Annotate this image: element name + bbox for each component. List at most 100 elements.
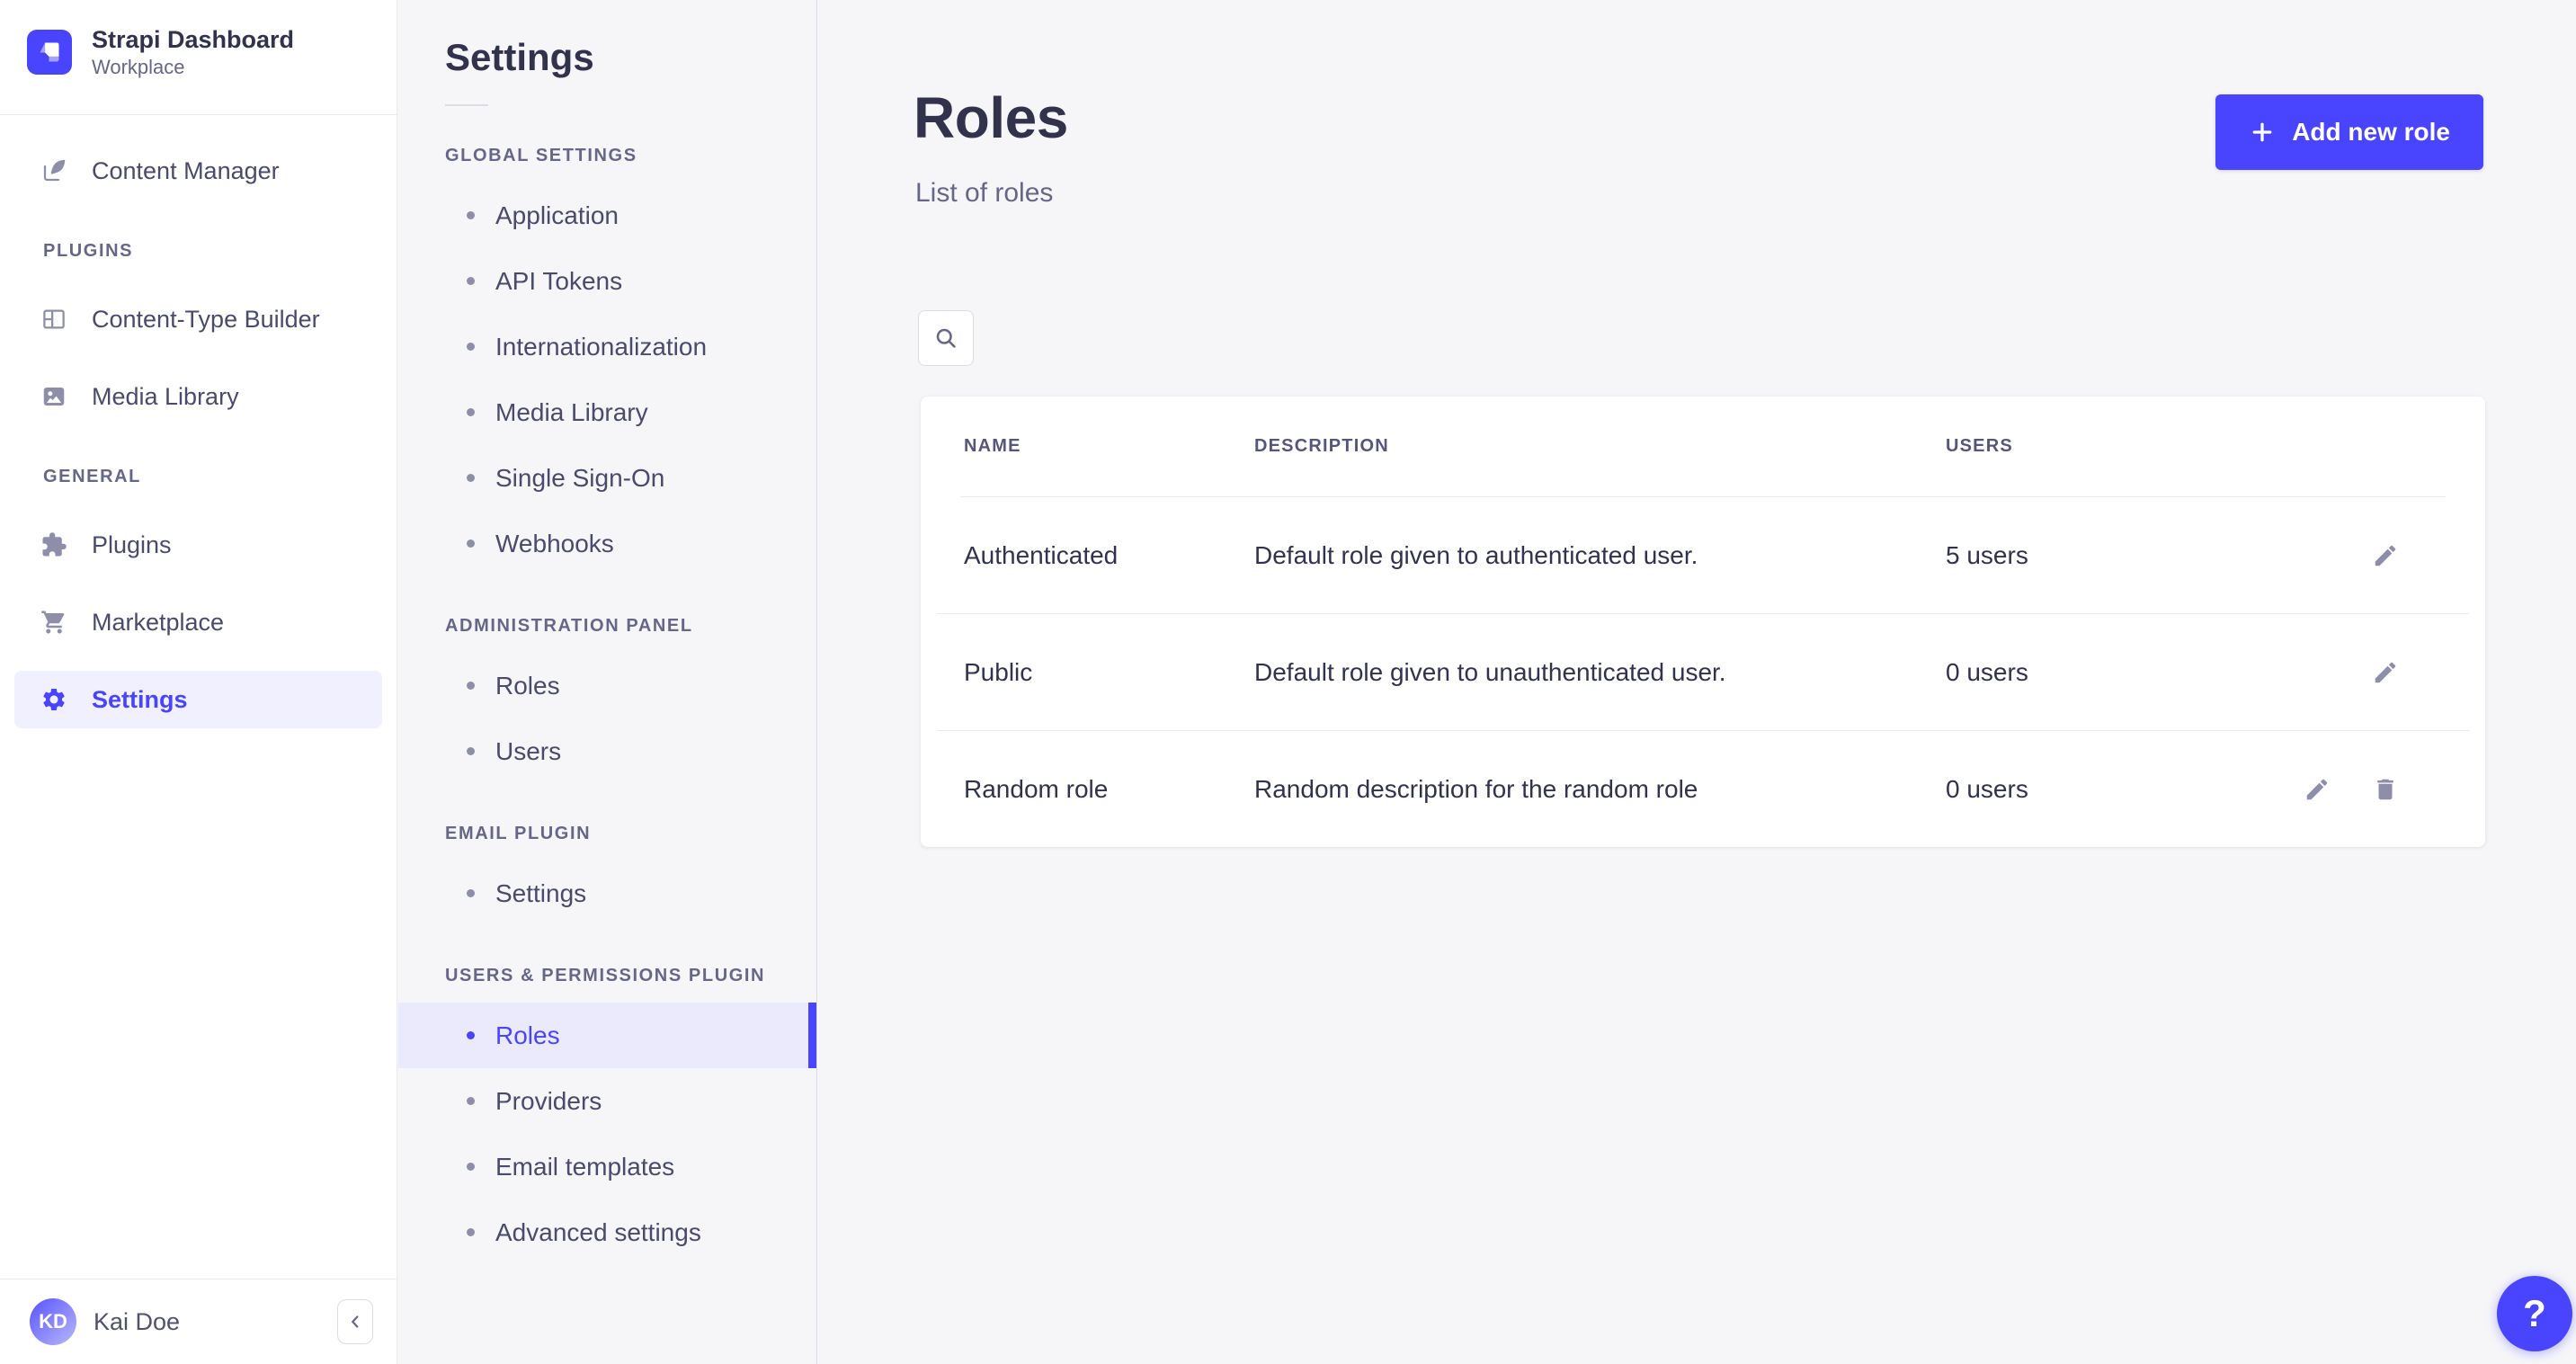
subnav-item-label: Webhooks: [495, 530, 614, 558]
nav-section-general: GENERAL: [14, 467, 382, 487]
plugins-icon: [40, 531, 67, 558]
bullet-icon: [467, 1031, 475, 1039]
add-new-role-button[interactable]: Add new role: [2215, 94, 2483, 170]
table-row-authenticated[interactable]: Authenticated Default role given to auth…: [921, 497, 2485, 613]
bullet-icon: [467, 211, 475, 219]
bullet-icon: [467, 682, 475, 690]
sidebar-item-label: Media Library: [92, 383, 239, 411]
bullet-icon: [467, 889, 475, 897]
table-row-public[interactable]: Public Default role given to unauthentic…: [921, 614, 2485, 730]
settings-subnav: Settings GLOBAL SETTINGS Application API…: [398, 0, 817, 1364]
subnav-item-application[interactable]: Application: [398, 183, 816, 248]
edit-role-button[interactable]: [2370, 540, 2401, 571]
role-description-cell: Default role given to authenticated user…: [1254, 541, 1946, 570]
subnav-item-label: Single Sign-On: [495, 464, 664, 493]
sidebar-item-label: Content-Type Builder: [92, 306, 320, 334]
main-sidebar: Strapi Dashboard Workplace Content Manag…: [0, 0, 397, 1364]
role-name-cell: Authenticated: [964, 541, 1254, 570]
user-name: Kai Doe: [94, 1308, 180, 1336]
workspace-switcher[interactable]: Strapi Dashboard Workplace: [27, 25, 294, 79]
user-avatar: KD: [30, 1298, 76, 1345]
subnav-section-administration-panel: ADMINISTRATION PANEL Roles Users: [398, 616, 816, 784]
search-icon: [933, 325, 958, 351]
bullet-icon: [467, 408, 475, 416]
sidebar-item-plugins[interactable]: Plugins: [14, 516, 382, 574]
sidebar-item-settings[interactable]: Settings: [14, 671, 382, 728]
bullet-icon: [467, 1097, 475, 1105]
page-subtitle: List of roles: [915, 178, 1053, 209]
column-header-users: USERS: [1946, 436, 2251, 457]
subnav-item-single-sign-on[interactable]: Single Sign-On: [398, 445, 816, 511]
help-button[interactable]: ?: [2497, 1276, 2572, 1351]
column-header-name: NAME: [964, 436, 1254, 457]
bullet-icon: [467, 1163, 475, 1171]
subnav-item-api-tokens[interactable]: API Tokens: [398, 248, 816, 314]
brand-title: Strapi Dashboard: [92, 25, 294, 55]
plus-icon: [2249, 119, 2276, 146]
question-mark-icon: ?: [2523, 1292, 2546, 1335]
subnav-item-label: Users: [495, 737, 561, 766]
row-actions: [2251, 774, 2442, 805]
subnav-item-email-settings[interactable]: Settings: [398, 860, 816, 926]
main-content: Roles List of roles Add new role NAME DE…: [818, 0, 2576, 1364]
subnav-item-webhooks[interactable]: Webhooks: [398, 511, 816, 576]
role-name-cell: Public: [964, 658, 1254, 687]
search-button[interactable]: [918, 310, 974, 366]
sidebar-item-label: Content Manager: [92, 157, 280, 185]
settings-gear-icon: [40, 686, 67, 713]
subnav-item-up-roles[interactable]: Roles: [398, 1003, 816, 1068]
brand-text: Strapi Dashboard Workplace: [92, 25, 294, 79]
bullet-icon: [467, 277, 475, 285]
subnav-item-media-library[interactable]: Media Library: [398, 379, 816, 445]
subnav-item-label: Email templates: [495, 1153, 674, 1181]
subnav-item-label: Roles: [495, 672, 560, 700]
table-row-random-role[interactable]: Random role Random description for the r…: [921, 731, 2485, 847]
subnav-item-internationalization[interactable]: Internationalization: [398, 314, 816, 379]
role-name-cell: Random role: [964, 775, 1254, 804]
content-manager-icon: [40, 157, 67, 184]
subnav-item-admin-users[interactable]: Users: [398, 718, 816, 784]
sidebar-item-content-manager[interactable]: Content Manager: [14, 142, 382, 200]
pencil-edit-icon: [2304, 776, 2331, 803]
subnav-item-providers[interactable]: Providers: [398, 1068, 816, 1134]
table-header-row: NAME DESCRIPTION USERS: [921, 397, 2485, 496]
edit-role-button[interactable]: [2370, 657, 2401, 688]
subnav-section-email-plugin: EMAIL PLUGIN Settings: [398, 824, 816, 926]
subnav-item-advanced-settings[interactable]: Advanced settings: [398, 1199, 816, 1265]
bullet-icon: [467, 474, 475, 482]
subnav-item-label: Application: [495, 201, 619, 230]
role-users-cell: 0 users: [1946, 658, 2251, 687]
content-type-builder-icon: [40, 306, 67, 333]
sidebar-user-footer: KD Kai Doe: [0, 1279, 397, 1364]
subnav-item-label: Roles: [495, 1021, 560, 1050]
subnav-section-users-permissions-plugin: USERS & PERMISSIONS PLUGIN Roles Provide…: [398, 966, 816, 1265]
subnav-item-email-templates[interactable]: Email templates: [398, 1134, 816, 1199]
edit-role-button[interactable]: [2302, 774, 2332, 805]
bullet-icon: [467, 539, 475, 548]
column-header-description: DESCRIPTION: [1254, 436, 1946, 457]
strapi-logo-icon: [27, 30, 72, 75]
collapse-sidebar-button[interactable]: [337, 1299, 373, 1344]
sidebar-item-label: Marketplace: [92, 609, 224, 637]
subnav-item-label: Settings: [495, 879, 586, 908]
subnav-item-label: Internationalization: [495, 333, 707, 361]
subnav-section-label: GLOBAL SETTINGS: [398, 146, 816, 166]
sidebar-item-content-type-builder[interactable]: Content-Type Builder: [14, 290, 382, 348]
brand-subtitle: Workplace: [92, 55, 294, 79]
bullet-icon: [467, 747, 475, 755]
media-library-icon: [40, 383, 67, 410]
role-users-cell: 5 users: [1946, 541, 2251, 570]
subnav-item-label: API Tokens: [495, 267, 622, 296]
subnav-item-admin-roles[interactable]: Roles: [398, 653, 816, 718]
row-actions: [2251, 540, 2442, 571]
subnav-item-label: Advanced settings: [495, 1218, 701, 1247]
marketplace-cart-icon: [40, 609, 67, 636]
sidebar-item-media-library[interactable]: Media Library: [14, 368, 382, 425]
delete-role-button[interactable]: [2370, 774, 2401, 805]
sidebar-item-marketplace[interactable]: Marketplace: [14, 593, 382, 651]
add-new-role-label: Add new role: [2292, 118, 2450, 147]
subnav-section-label: EMAIL PLUGIN: [398, 824, 816, 844]
subnav-title: Settings: [445, 36, 816, 79]
sidebar-divider: [0, 114, 397, 115]
subnav-section-label: USERS & PERMISSIONS PLUGIN: [398, 966, 816, 986]
